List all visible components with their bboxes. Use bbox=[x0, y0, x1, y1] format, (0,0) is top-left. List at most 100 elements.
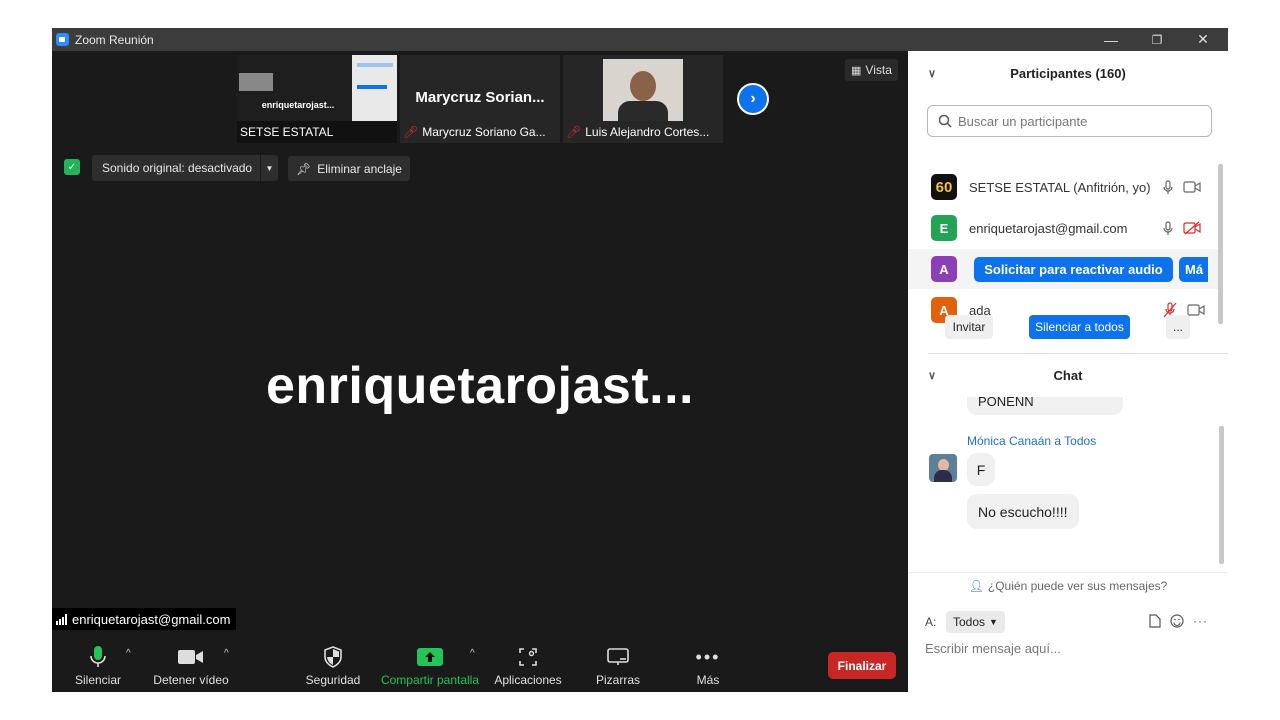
invite-button[interactable]: Invitar bbox=[945, 315, 993, 339]
share-screen-button[interactable]: Compartir pantalla bbox=[378, 636, 482, 692]
close-button[interactable]: ✕ bbox=[1180, 28, 1226, 51]
mic-muted-icon: 🎤︎ bbox=[403, 125, 419, 139]
emoji-icon[interactable] bbox=[1170, 614, 1184, 628]
speaker-name-tag: enriquetarojast@gmail.com bbox=[52, 608, 237, 630]
file-icon[interactable] bbox=[1149, 614, 1161, 628]
chat-messages: PONENN Mónica Canaán a Todos F No escuch… bbox=[908, 397, 1228, 572]
restore-button[interactable]: ❐ bbox=[1134, 28, 1180, 51]
signal-strength-icon bbox=[56, 613, 67, 625]
video-thumbnail[interactable]: Marycruz Sorian... 🎤︎ Marycruz Soriano G… bbox=[400, 55, 560, 143]
participants-title: Participantes (160) bbox=[1010, 65, 1126, 81]
meeting-area: enriquetarojast... SETSE ESTATAL Marycru… bbox=[52, 51, 908, 692]
side-panel: ∨ Participantes (160) Buscar un particip… bbox=[908, 51, 1228, 692]
chevron-down-icon[interactable]: ▼ bbox=[260, 155, 278, 181]
thumb-caption: Luis Alejandro Cortes... bbox=[585, 125, 710, 139]
collapse-chevron-icon[interactable]: ∨ bbox=[928, 67, 936, 80]
whiteboard-icon bbox=[607, 644, 629, 670]
chat-message: No escucho!!!! bbox=[967, 494, 1079, 529]
recipient-label: A: bbox=[925, 615, 937, 629]
participants-scrollbar[interactable] bbox=[1218, 164, 1223, 324]
participant-icons bbox=[1163, 179, 1201, 195]
avatar: A bbox=[931, 256, 957, 282]
chat-message: PONENN bbox=[967, 397, 1123, 415]
chat-sender: Mónica Canaán a Todos bbox=[967, 434, 1097, 448]
audio-options-caret[interactable]: ^ bbox=[126, 648, 131, 659]
security-label: Seguridad bbox=[305, 673, 361, 687]
grid-icon: ▦ bbox=[851, 64, 862, 77]
more-label: Más bbox=[696, 673, 720, 687]
zoom-window: Zoom Reunión — ❐ ✕ enriquetarojast... SE… bbox=[52, 28, 1228, 692]
microphone-icon bbox=[1163, 179, 1173, 194]
participant-row[interactable]: 60 SETSE ESTATAL (Anfitrión, yo) bbox=[908, 167, 1218, 207]
participant-icons bbox=[1163, 220, 1201, 236]
apps-button[interactable]: Aplicaciones bbox=[492, 636, 564, 692]
more-dots-icon[interactable]: ··· bbox=[1193, 614, 1208, 628]
participants-header: ∨ Participantes (160) bbox=[908, 51, 1228, 95]
collapse-chevron-icon[interactable]: ∨ bbox=[928, 369, 936, 382]
more-button[interactable]: ••• Más bbox=[684, 636, 732, 692]
video-camera-icon bbox=[1187, 304, 1205, 316]
more-options-button[interactable]: Má bbox=[1179, 256, 1208, 282]
encryption-shield-icon[interactable]: ✓ bbox=[64, 159, 80, 175]
thumb-caption: Marycruz Soriano Ga... bbox=[422, 125, 546, 139]
thumb-caption-row: 🎤︎ Marycruz Soriano Ga... bbox=[400, 121, 560, 143]
person-info-icon: 👤︎ bbox=[968, 578, 984, 593]
title-bar: Zoom Reunión — ❐ ✕ bbox=[52, 28, 1228, 51]
chat-title: Chat bbox=[1053, 367, 1083, 383]
security-button[interactable]: Seguridad bbox=[304, 636, 362, 692]
avatar: E bbox=[931, 215, 957, 241]
avatar bbox=[929, 454, 957, 482]
whiteboards-button[interactable]: Pizarras bbox=[590, 636, 646, 692]
original-sound-button[interactable]: Sonido original: desactivado ▼ bbox=[92, 155, 278, 181]
stop-video-label: Detener vídeo bbox=[153, 673, 229, 687]
participant-row[interactable]: E enriquetarojast@gmail.com bbox=[908, 208, 1218, 248]
pin-icon: 📌︎ bbox=[296, 161, 312, 176]
video-options-caret[interactable]: ^ bbox=[224, 648, 229, 659]
recipient-select[interactable]: Todos ▼ bbox=[946, 611, 1005, 633]
avatar: 60 bbox=[931, 174, 957, 200]
search-icon bbox=[938, 114, 952, 128]
mute-label: Silenciar bbox=[74, 673, 122, 687]
window-title: Zoom Reunión bbox=[75, 32, 154, 47]
search-placeholder: Buscar un participante bbox=[958, 113, 1088, 129]
apps-icon bbox=[519, 644, 537, 670]
view-label: Vista bbox=[865, 63, 892, 77]
participant-name: SETSE ESTATAL (Anfitrión, yo) bbox=[969, 179, 1151, 195]
video-camera-icon bbox=[1183, 181, 1201, 193]
message-visibility-link[interactable]: 👤︎ ¿Quién puede ver sus mensajes? bbox=[908, 572, 1228, 598]
participant-name: enriquetarojast@gmail.com bbox=[969, 220, 1128, 236]
recipient-value: Todos bbox=[953, 615, 986, 629]
video-thumbnail[interactable]: 🎤︎ Luis Alejandro Cortes... bbox=[563, 55, 723, 143]
participant-video bbox=[603, 59, 683, 121]
stop-video-button[interactable]: Detener vídeo bbox=[152, 636, 230, 692]
video-thumbnail[interactable]: enriquetarojast... SETSE ESTATAL bbox=[237, 55, 397, 143]
unpin-label: Eliminar anclaje bbox=[317, 161, 402, 176]
participant-row[interactable]: A Solicitar para reactivar audio Má bbox=[908, 249, 1218, 289]
request-unmute-button[interactable]: Solicitar para reactivar audio bbox=[974, 256, 1173, 282]
mute-button[interactable]: Silenciar bbox=[72, 636, 124, 692]
original-sound-label: Sonido original: desactivado bbox=[102, 161, 253, 175]
mute-all-button[interactable]: Silenciar a todos bbox=[1029, 315, 1130, 339]
minimize-button[interactable]: — bbox=[1088, 28, 1134, 51]
next-page-button[interactable]: › bbox=[737, 83, 769, 115]
apps-label: Aplicaciones bbox=[494, 673, 562, 687]
chat-message-input[interactable]: Escribir mensaje aquí... bbox=[925, 641, 1061, 656]
whiteboards-label: Pizarras bbox=[595, 673, 640, 687]
chevron-right-icon: › bbox=[750, 90, 756, 107]
unpin-button[interactable]: 📌︎ Eliminar anclaje bbox=[288, 156, 410, 181]
screen-speaker-text: enriquetarojast... bbox=[261, 100, 335, 110]
view-button[interactable]: ▦ Vista bbox=[845, 59, 898, 81]
share-options-caret[interactable]: ^ bbox=[470, 648, 475, 659]
chevron-down-icon: ▼ bbox=[989, 617, 998, 627]
share-screen-label: Compartir pantalla bbox=[380, 673, 480, 687]
shield-icon bbox=[324, 644, 342, 670]
more-dots-icon: ••• bbox=[695, 646, 721, 667]
microphone-icon bbox=[1163, 220, 1173, 235]
chat-scrollbar[interactable] bbox=[1219, 426, 1224, 564]
end-meeting-button[interactable]: Finalizar bbox=[828, 652, 896, 679]
more-participant-options-button[interactable]: ... bbox=[1166, 315, 1190, 339]
share-screen-icon bbox=[417, 644, 443, 670]
active-speaker-name: enriquetarojast... bbox=[266, 357, 694, 415]
video-camera-icon bbox=[178, 644, 204, 670]
participant-search-input[interactable]: Buscar un participante bbox=[927, 105, 1212, 137]
